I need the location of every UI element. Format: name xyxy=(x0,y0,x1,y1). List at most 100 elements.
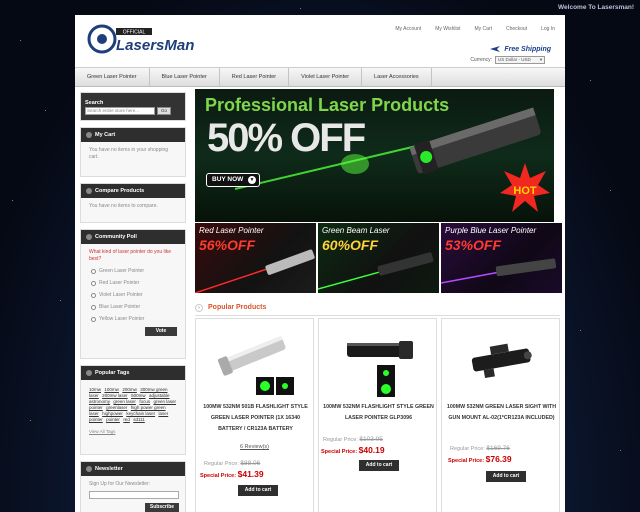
radio-button[interactable] xyxy=(91,293,96,298)
special-price-label: Special Price: xyxy=(448,458,485,464)
poll-title: Community Poll xyxy=(95,234,137,240)
poll-option[interactable]: Blue Laser Pointer xyxy=(91,304,177,311)
search-label: Search xyxy=(85,100,104,106)
tags-box: Popular Tags 10mw 100mw 200mw 300mw gree… xyxy=(80,365,186,455)
logo-text: LasersMan xyxy=(116,37,194,54)
promo-purple-blue[interactable]: Purple Blue Laser Pointer 53%OFF xyxy=(441,223,562,293)
tag-link[interactable]: sd111 xyxy=(133,417,145,422)
currency-switcher: Currency: US Dollar - USD xyxy=(470,56,545,64)
tag-link[interactable]: 200mw laser xyxy=(102,393,128,398)
poll-option[interactable]: Red Laser Pointer xyxy=(91,280,177,287)
star xyxy=(20,40,21,41)
tags-title: Popular Tags xyxy=(95,370,130,376)
star xyxy=(610,190,611,191)
add-to-cart-button[interactable]: Add to cart xyxy=(238,485,278,496)
star xyxy=(580,330,581,331)
promo-red-laser[interactable]: Red Laser Pointer 56%OFF xyxy=(195,223,316,293)
promo-title: Purple Blue Laser Pointer xyxy=(445,226,537,235)
view-all-tags-link[interactable]: View All Tags xyxy=(89,429,115,434)
login-link[interactable]: Log In xyxy=(541,26,555,32)
newsletter-title: Newsletter xyxy=(95,466,123,472)
hero-banner[interactable]: Professional Laser Products 50% OFF BUY … xyxy=(195,89,554,222)
tag-link[interactable]: keychain laser xyxy=(126,411,155,416)
promo-discount: 60%OFF xyxy=(322,237,379,253)
special-price-value: $41.39 xyxy=(237,469,264,479)
newsletter-email-input[interactable] xyxy=(89,491,179,499)
poll-option-label: Blue Laser Pointer xyxy=(99,304,141,310)
star xyxy=(30,420,31,421)
nav-laser-accessories[interactable]: Laser Accessories xyxy=(362,68,432,86)
tag-link[interactable]: adjustable xyxy=(149,393,170,398)
cart-icon xyxy=(86,132,92,138)
tag-link[interactable]: highpower xyxy=(102,411,123,416)
nav-red-laser-pointer[interactable]: Red Laser Pointer xyxy=(220,68,290,86)
banner-title: Professional Laser Products xyxy=(205,95,450,115)
logo-badge: OFFICIAL xyxy=(123,30,146,36)
cart-title: My Cart xyxy=(95,132,116,138)
tag-link[interactable]: 200mw xyxy=(122,387,137,392)
tags-icon xyxy=(86,370,92,376)
nav-blue-laser-pointer[interactable]: Blue Laser Pointer xyxy=(150,68,220,86)
tag-link[interactable]: 100mw xyxy=(104,387,119,392)
my-wishlist-link[interactable]: My Wishlist xyxy=(435,26,460,32)
tag-link[interactable]: green laser xyxy=(113,399,136,404)
add-to-cart-button[interactable]: Add to cart xyxy=(359,460,399,471)
poll-question: What kind of laser pointer do you like b… xyxy=(89,249,171,262)
nav-violet-laser-pointer[interactable]: Violet Laser Pointer xyxy=(289,68,363,86)
product-name[interactable]: 100mW 532nm Green Laser Sight with Gun M… xyxy=(446,402,557,424)
radio-button[interactable] xyxy=(91,317,96,322)
poll-option-label: Red Laser Pointer xyxy=(99,280,140,286)
search-input[interactable]: Search entire store here... xyxy=(85,107,155,115)
my-cart-link[interactable]: My Cart xyxy=(474,26,492,32)
radio-button[interactable] xyxy=(91,281,96,286)
product-name[interactable]: 100mW 532nm Flashlight Style Green Laser… xyxy=(323,402,434,424)
tag-cloud: 10mw 100mw 200mw 300mw green laser 200mw… xyxy=(89,387,177,423)
currency-select[interactable]: US Dollar - USD xyxy=(495,56,545,64)
product-image[interactable] xyxy=(329,329,427,399)
star xyxy=(12,200,13,201)
special-price: Special Price: $41.39 xyxy=(200,469,264,479)
main-nav: Green Laser Pointer Blue Laser Pointer R… xyxy=(75,67,565,87)
tag-link[interactable]: astronomy xyxy=(89,399,110,404)
newsletter-box: Newsletter Sign Up for Our Newsletter: S… xyxy=(80,461,186,512)
add-to-cart-button[interactable]: Add to cart xyxy=(486,471,526,482)
cart-box: My Cart You have no items in your shoppi… xyxy=(80,127,186,177)
poll-option[interactable]: Yellow Laser Pointer xyxy=(91,316,177,323)
search-go-button[interactable]: Go xyxy=(157,107,171,115)
subscribe-button[interactable]: Subscribe xyxy=(145,503,179,512)
radio-button[interactable] xyxy=(91,305,96,310)
product-image[interactable] xyxy=(206,329,304,399)
product-reviews-link[interactable]: 6 Review(s) xyxy=(196,444,313,450)
vote-button[interactable]: Vote xyxy=(145,327,177,336)
product-image[interactable] xyxy=(452,329,550,399)
promo-discount: 56%OFF xyxy=(199,237,256,253)
compare-text: You have no items to compare. xyxy=(89,203,158,209)
tag-link[interactable]: greenlaser xyxy=(106,405,127,410)
tag-link[interactable]: 10mw xyxy=(89,387,101,392)
tag-link[interactable]: 500mw xyxy=(131,393,146,398)
newsletter-icon xyxy=(86,466,92,472)
poll-option[interactable]: Green Laser Pointer xyxy=(91,268,177,275)
regular-price-label: Regular Price: xyxy=(323,437,358,443)
my-account-link[interactable]: My Account xyxy=(395,26,421,32)
tag-link[interactable]: focus xyxy=(139,399,150,404)
site-logo[interactable]: OFFICIAL LasersMan xyxy=(86,21,198,57)
free-shipping: Free Shipping xyxy=(490,45,551,53)
buy-now-label: BUY NOW xyxy=(212,176,244,183)
promo-discount: 53%OFF xyxy=(445,237,502,253)
product-card: 100mW 532nm 501B Flashlight Style Green … xyxy=(195,318,314,512)
poll-option[interactable]: Violet Laser Pointer xyxy=(91,292,177,299)
arrow-down-icon: ▼ xyxy=(248,176,256,184)
bullet-icon: › xyxy=(195,303,203,312)
product-name[interactable]: 100mW 532nm 501B Flashlight Style Green … xyxy=(200,402,311,435)
promo-green-beam[interactable]: Green Beam Laser 60%OFF xyxy=(318,223,439,293)
poll-option-label: Yellow Laser Pointer xyxy=(99,316,145,322)
buy-now-button[interactable]: BUY NOW ▼ xyxy=(206,173,260,187)
nav-green-laser-pointer[interactable]: Green Laser Pointer xyxy=(75,68,150,86)
special-price-value: $40.19 xyxy=(358,445,385,455)
checkout-link[interactable]: Checkout xyxy=(506,26,527,32)
tag-link[interactable]: pointer xyxy=(106,417,120,422)
radio-button[interactable] xyxy=(91,269,96,274)
tag-link[interactable]: red xyxy=(123,417,130,422)
regular-price: Regular Price: $103.05 xyxy=(323,436,383,443)
